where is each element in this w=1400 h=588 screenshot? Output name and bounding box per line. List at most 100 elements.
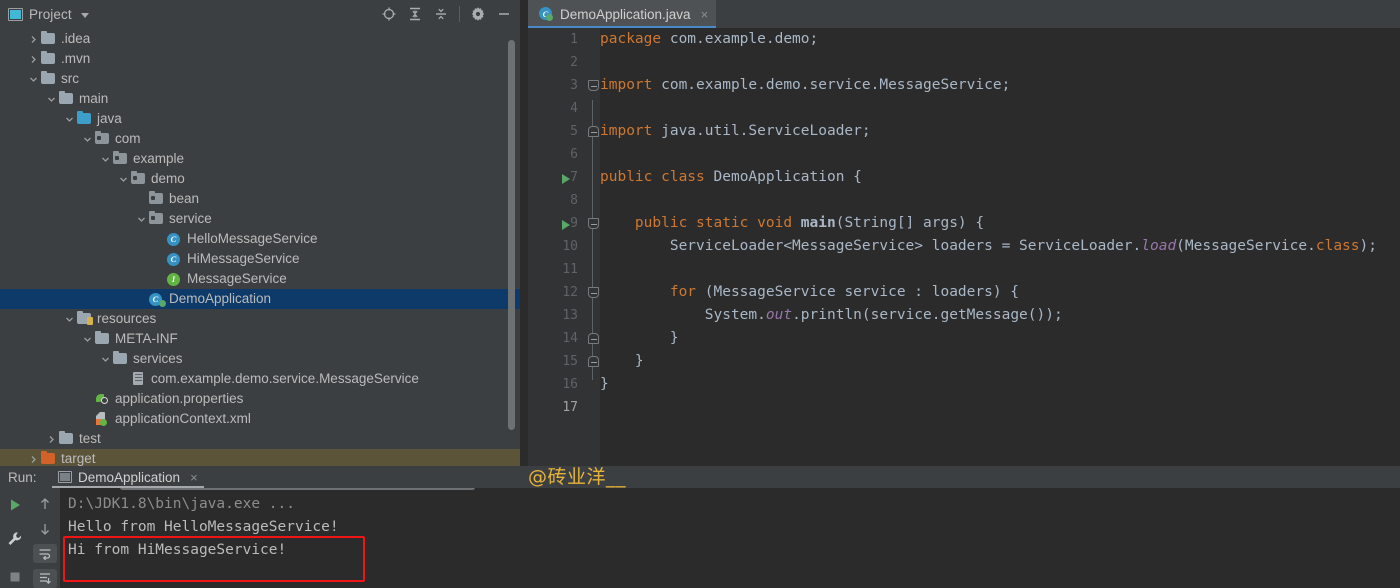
tree-node-label: HelloMessageService: [187, 229, 318, 249]
tree-node-label: .idea: [61, 29, 90, 49]
tree-node-java[interactable]: java: [0, 109, 520, 129]
run-tab-demoapplication[interactable]: DemoApplication ×: [52, 466, 204, 488]
tree-node-meta-inf[interactable]: META-INF: [0, 329, 520, 349]
line-number: 17: [528, 396, 586, 419]
tree-node--mvn[interactable]: .mvn: [0, 49, 520, 69]
tree-node-demo[interactable]: demo: [0, 169, 520, 189]
fold-open-icon[interactable]: [588, 218, 599, 229]
tree-node-service[interactable]: service: [0, 209, 520, 229]
fold-close-icon[interactable]: [588, 333, 599, 344]
project-panel-title-group[interactable]: Project: [8, 7, 89, 22]
chevron-down-icon[interactable]: [80, 129, 94, 149]
tree-node-himessageservice[interactable]: CHiMessageService: [0, 249, 520, 269]
chevron-down-icon[interactable]: [98, 149, 112, 169]
chevron-right-icon[interactable]: [26, 449, 40, 466]
console-output[interactable]: D:\JDK1.8\bin\java.exe ... Hello from He…: [60, 488, 1400, 588]
collapse-all-icon[interactable]: [429, 2, 453, 26]
chevron-down-icon[interactable]: [98, 349, 112, 369]
expand-all-icon[interactable]: [403, 2, 427, 26]
wrench-icon[interactable]: [3, 528, 27, 550]
panel-divider[interactable]: [520, 0, 528, 466]
tree-node-hellomessageservice[interactable]: CHelloMessageService: [0, 229, 520, 249]
chevron-down-icon[interactable]: [26, 69, 40, 89]
tree-node-src[interactable]: src: [0, 69, 520, 89]
package-icon: [148, 191, 165, 207]
tree-node-test[interactable]: test: [0, 429, 520, 449]
run-gutter-icon[interactable]: [562, 174, 570, 184]
close-icon[interactable]: ×: [190, 470, 198, 485]
rerun-icon[interactable]: [3, 494, 27, 516]
tree-node-com-example-demo-service-messageservice[interactable]: com.example.demo.service.MessageService: [0, 369, 520, 389]
twisty-placeholder: [116, 369, 130, 389]
tree-node-label: demo: [151, 169, 185, 189]
code-line: for (MessageService service : loaders) {: [600, 281, 1400, 304]
line-number: 8: [528, 189, 586, 212]
editor-tab-demoapplication[interactable]: C DemoApplication.java ×: [528, 0, 716, 28]
tree-node-application-properties[interactable]: application.properties: [0, 389, 520, 409]
arrow-down-icon[interactable]: [33, 519, 57, 538]
stop-icon[interactable]: [3, 566, 27, 588]
tree-node-bean[interactable]: bean: [0, 189, 520, 209]
arrow-up-icon[interactable]: [33, 494, 57, 513]
project-tree[interactable]: .idea.mvnsrcmainjavacomexampledemobeanse…: [0, 28, 520, 466]
folder-grey-icon: [58, 431, 75, 447]
code-token: }: [600, 353, 644, 369]
chevron-down-icon[interactable]: [116, 169, 130, 189]
close-icon[interactable]: ×: [701, 7, 709, 22]
fold-strip[interactable]: [586, 28, 600, 466]
fold-open-icon[interactable]: [588, 287, 599, 298]
tree-node-messageservice[interactable]: IMessageService: [0, 269, 520, 289]
run-panel-header: Run: DemoApplication ×: [0, 466, 1400, 488]
soft-wrap-icon[interactable]: [33, 544, 57, 563]
code-token: }: [600, 376, 609, 392]
tree-node-resources[interactable]: resources: [0, 309, 520, 329]
tree-node-target[interactable]: target: [0, 449, 520, 466]
code-editor[interactable]: 1234567891011121314151617 package com.ex…: [528, 28, 1400, 466]
chevron-down-icon[interactable]: [62, 109, 76, 129]
code-token: .println(service.getMessage());: [792, 307, 1063, 323]
tree-node-services[interactable]: services: [0, 349, 520, 369]
locate-file-icon[interactable]: [377, 2, 401, 26]
run-panel-label: Run:: [0, 470, 52, 485]
java-class-icon: C: [166, 251, 183, 267]
code-token: public class: [600, 169, 714, 185]
run-gutter-icon[interactable]: [562, 220, 570, 230]
chevron-down-icon[interactable]: [80, 329, 94, 349]
package-icon: [148, 211, 165, 227]
fold-close-icon[interactable]: [588, 356, 599, 367]
code-token: );: [1360, 238, 1377, 254]
minimize-icon[interactable]: [492, 2, 516, 26]
tree-node-applicationcontext-xml[interactable]: applicationContext.xml: [0, 409, 520, 429]
tree-node--idea[interactable]: .idea: [0, 29, 520, 49]
project-tree-scrollbar[interactable]: [508, 40, 515, 430]
scroll-to-end-icon[interactable]: [33, 569, 57, 588]
tree-node-label: META-INF: [115, 329, 178, 349]
chevron-right-icon[interactable]: [26, 49, 40, 69]
tree-node-demoapplication[interactable]: CDemoApplication: [0, 289, 520, 309]
code-content[interactable]: package com.example.demo; import com.exa…: [600, 28, 1400, 466]
folder-grey-icon: [40, 71, 57, 87]
chevron-right-icon[interactable]: [26, 29, 40, 49]
line-number: 1: [528, 28, 586, 51]
twisty-placeholder: [134, 289, 148, 309]
code-token: load: [1141, 238, 1176, 254]
chevron-down-icon[interactable]: [44, 89, 58, 109]
tree-node-main[interactable]: main: [0, 89, 520, 109]
chevron-down-icon[interactable]: [134, 209, 148, 229]
chevron-down-icon[interactable]: [62, 309, 76, 329]
code-line: import com.example.demo.service.MessageS…: [600, 74, 1400, 97]
project-panel-toolbar: [377, 0, 516, 28]
tree-node-example[interactable]: example: [0, 149, 520, 169]
gear-icon[interactable]: [466, 2, 490, 26]
console-horizontal-scrollbar[interactable]: [120, 488, 475, 490]
tree-node-label: main: [79, 89, 108, 109]
twisty-placeholder: [134, 189, 148, 209]
tree-node-com[interactable]: com: [0, 129, 520, 149]
editor-gutter[interactable]: 1234567891011121314151617: [528, 28, 586, 466]
tree-node-label: com: [115, 129, 141, 149]
folder-grey-icon: [40, 51, 57, 67]
chevron-down-icon[interactable]: [81, 13, 89, 18]
fold-close-icon[interactable]: [588, 126, 599, 137]
fold-open-icon[interactable]: [588, 80, 599, 91]
chevron-right-icon[interactable]: [44, 429, 58, 449]
